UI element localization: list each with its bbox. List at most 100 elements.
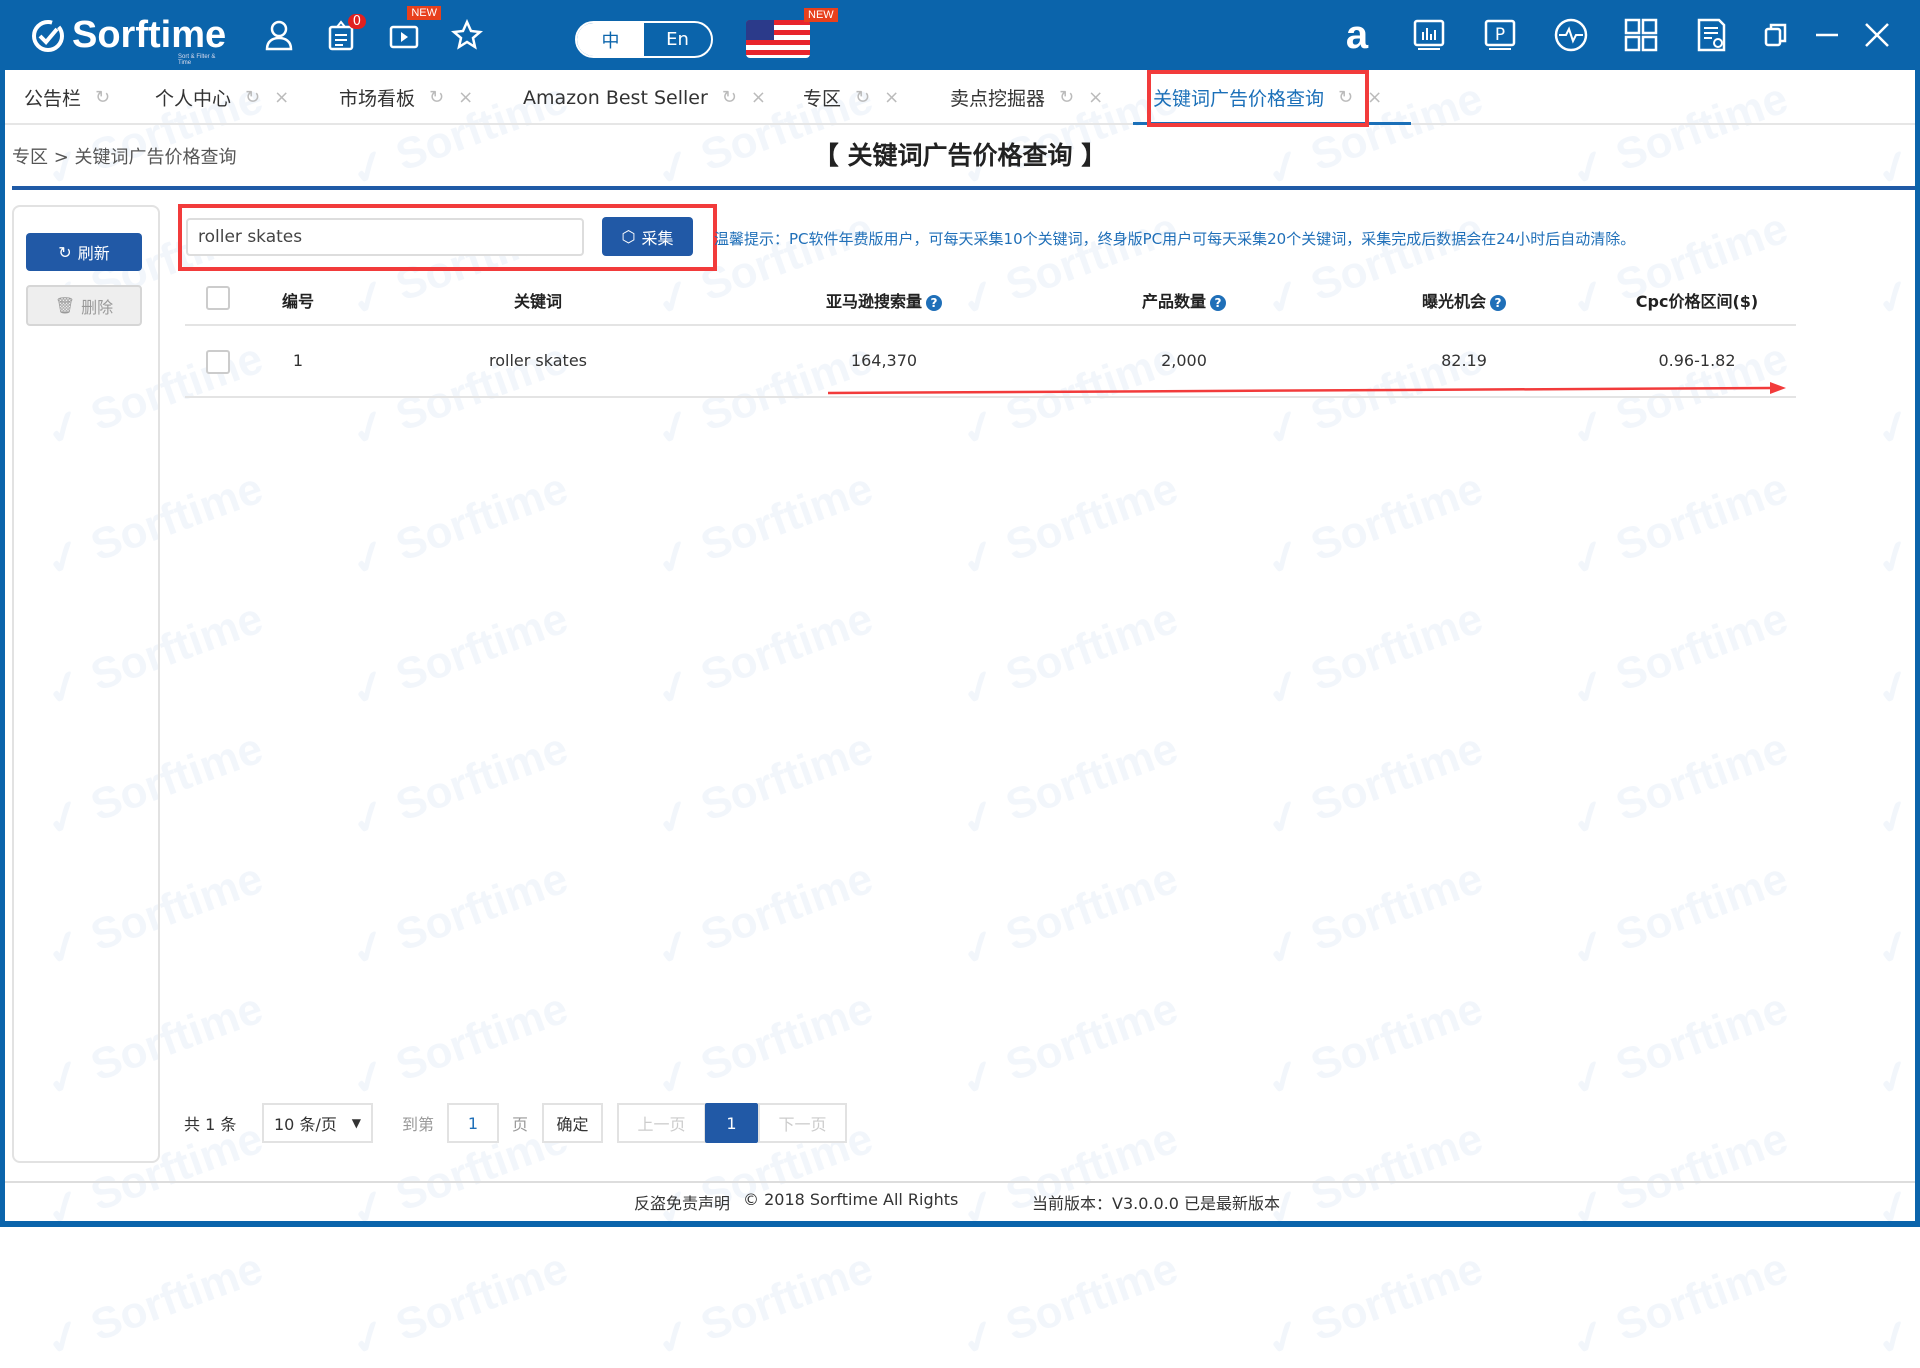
column-header-cpc: Cpc价格区间($) xyxy=(1635,292,1759,311)
tab-announcements[interactable]: 公告栏 ↻ xyxy=(24,70,110,125)
close-tab-icon[interactable]: × xyxy=(1088,87,1103,108)
watermark: ✓ Sorftime xyxy=(953,853,1185,978)
goto-page-input[interactable]: 1 xyxy=(447,1103,499,1143)
header-divider xyxy=(185,324,1796,326)
refresh-icon[interactable]: ↻ xyxy=(95,87,110,108)
watermark: ✓ Sorftime xyxy=(953,1243,1185,1368)
watermark: ✓ Sorftime xyxy=(648,983,880,1108)
watermark: ✓ Sorftime xyxy=(1258,853,1490,978)
user-icon[interactable] xyxy=(260,16,298,54)
annotation-arrow xyxy=(827,382,1786,395)
watermark: ✓ Sorftime xyxy=(1258,723,1490,848)
tab-label: 卖点挖掘器 xyxy=(950,88,1046,110)
watermark: ✓ Sorftime xyxy=(1258,463,1490,588)
help-icon[interactable]: ? xyxy=(926,295,943,311)
tab-selling-point-miner[interactable]: 卖点挖掘器 ↻ × xyxy=(950,70,1103,125)
watermark: ✓ Sorftime xyxy=(648,593,880,718)
prev-page-button[interactable]: 上一页 xyxy=(617,1103,706,1143)
highlight-box-tab xyxy=(1147,70,1369,127)
column-header-exposure: 曝光机会? xyxy=(1421,288,1507,312)
keyword-input[interactable]: roller skates xyxy=(186,218,584,256)
tab-zone[interactable]: 专区 ↻ × xyxy=(803,70,899,125)
tab-amazon-best-seller[interactable]: Amazon Best Seller ↻ × xyxy=(523,70,766,125)
select-all-checkbox[interactable] xyxy=(206,286,230,310)
chart-icon[interactable] xyxy=(1410,16,1448,54)
close-tab-icon[interactable]: × xyxy=(1367,87,1382,108)
watermark: ✓ Sorftime xyxy=(38,1243,270,1368)
tab-label: Amazon Best Seller xyxy=(523,86,708,109)
logo-text: Sorftime xyxy=(72,14,227,56)
help-icon[interactable]: ? xyxy=(1490,295,1507,311)
amazon-icon[interactable]: a xyxy=(1338,13,1376,57)
watermark: ✓ Sorftime xyxy=(1868,853,1920,978)
refresh-icon[interactable]: ↻ xyxy=(429,87,444,108)
watermark: ✓ Sorftime xyxy=(648,1243,880,1368)
close-tab-icon[interactable]: × xyxy=(884,87,899,108)
watermark: ✓ Sorftime xyxy=(1258,1113,1490,1238)
watermark: ✓ Sorftime xyxy=(1868,203,1920,328)
clipboard-icon[interactable]: 0 xyxy=(322,14,366,54)
refresh-label: 刷新 xyxy=(77,244,110,263)
watermark: ✓ Sorftime xyxy=(953,463,1185,588)
cell-exposure: 82.19 xyxy=(1441,351,1487,370)
watermark: ✓ Sorftime xyxy=(953,723,1185,848)
dropdown-arrow-icon: ▼ xyxy=(351,1116,361,1130)
refresh-button[interactable]: ↻ 刷新 xyxy=(26,233,142,271)
refresh-icon[interactable]: ↻ xyxy=(245,87,260,108)
watermark: ✓ Sorftime xyxy=(1868,593,1920,718)
collect-button[interactable]: ⬡ 采集 xyxy=(602,217,693,256)
footer-disclaimer-link[interactable]: 反盗免责声明 xyxy=(634,1190,730,1214)
help-icon[interactable]: ? xyxy=(1210,295,1227,311)
minimize-icon[interactable] xyxy=(1808,16,1846,54)
lang-zh-option[interactable]: 中 xyxy=(577,23,644,56)
watermark: ✓ Sorftime xyxy=(1563,723,1795,848)
restore-icon[interactable] xyxy=(1757,16,1795,54)
refresh-icon[interactable]: ↻ xyxy=(1059,87,1074,108)
watermark: ✓ Sorftime xyxy=(343,593,575,718)
watermark: ✓ Sorftime xyxy=(343,723,575,848)
page-size-select[interactable]: 10 条/页 ▼ xyxy=(262,1103,373,1143)
delete-button[interactable]: 🗑 删除 xyxy=(26,285,142,326)
goto-label: 到第 xyxy=(402,1115,435,1134)
watermark: ✓ Sorftime xyxy=(1868,463,1920,588)
refresh-icon[interactable]: ↻ xyxy=(855,87,870,108)
close-tab-icon[interactable]: × xyxy=(458,87,473,108)
flag-us-icon[interactable] xyxy=(746,20,810,58)
watermark: ✓ Sorftime xyxy=(953,1113,1185,1238)
tab-market-board[interactable]: 市场看板 ↻ × xyxy=(339,70,473,125)
close-tab-icon[interactable]: × xyxy=(751,87,766,108)
next-page-button[interactable]: 下一页 xyxy=(758,1103,847,1143)
row-checkbox[interactable] xyxy=(206,350,230,374)
star-icon[interactable] xyxy=(448,16,486,54)
watermark: ✓ Sorftime xyxy=(1258,983,1490,1108)
trash-icon: 🗑 xyxy=(54,296,76,315)
bottom-border xyxy=(0,1221,1920,1227)
grid-icon[interactable] xyxy=(1622,16,1660,54)
refresh-icon[interactable]: ↻ xyxy=(722,87,737,108)
close-icon[interactable] xyxy=(1858,16,1896,54)
video-icon[interactable]: NEW xyxy=(385,6,441,54)
tab-bar: 公告栏 ↻ 个人中心 ↻ × 市场看板 ↻ × Amazon Best Seller ↻ × … xyxy=(5,70,1915,125)
title-divider xyxy=(12,186,1915,190)
cell-product-count: 2,000 xyxy=(1161,351,1207,370)
close-tab-icon[interactable]: × xyxy=(274,87,289,108)
language-toggle[interactable]: 中 En xyxy=(575,21,713,58)
cell-no: 1 xyxy=(292,351,304,370)
page-1-button[interactable]: 1 xyxy=(705,1103,758,1143)
tab-personal-center[interactable]: 个人中心 ↻ × xyxy=(155,70,289,125)
header-label: 曝光机会 xyxy=(1421,292,1487,311)
column-header-keyword: 关键词 xyxy=(513,292,563,311)
watermark: ✓ Sorftime xyxy=(1563,1113,1795,1238)
watermark: ✓ Sorftime xyxy=(343,463,575,588)
watermark: ✓ Sorftime xyxy=(1563,463,1795,588)
pulse-icon[interactable] xyxy=(1552,16,1590,54)
p-icon[interactable]: P xyxy=(1481,16,1519,54)
doc-search-icon[interactable] xyxy=(1693,16,1731,54)
refresh-icon: ↻ xyxy=(58,242,72,262)
watermark: ✓ Sorftime xyxy=(1258,1243,1490,1368)
confirm-button[interactable]: 确定 xyxy=(542,1103,603,1143)
watermark: ✓ Sorftime xyxy=(1868,983,1920,1108)
tab-label: 公告栏 xyxy=(24,88,82,110)
tip-text: 温馨提示：PC软件年费版用户，可每天采集10个关键词，终身版PC用户可每天采集2… xyxy=(714,230,1636,248)
lang-en-option[interactable]: En xyxy=(644,23,711,56)
